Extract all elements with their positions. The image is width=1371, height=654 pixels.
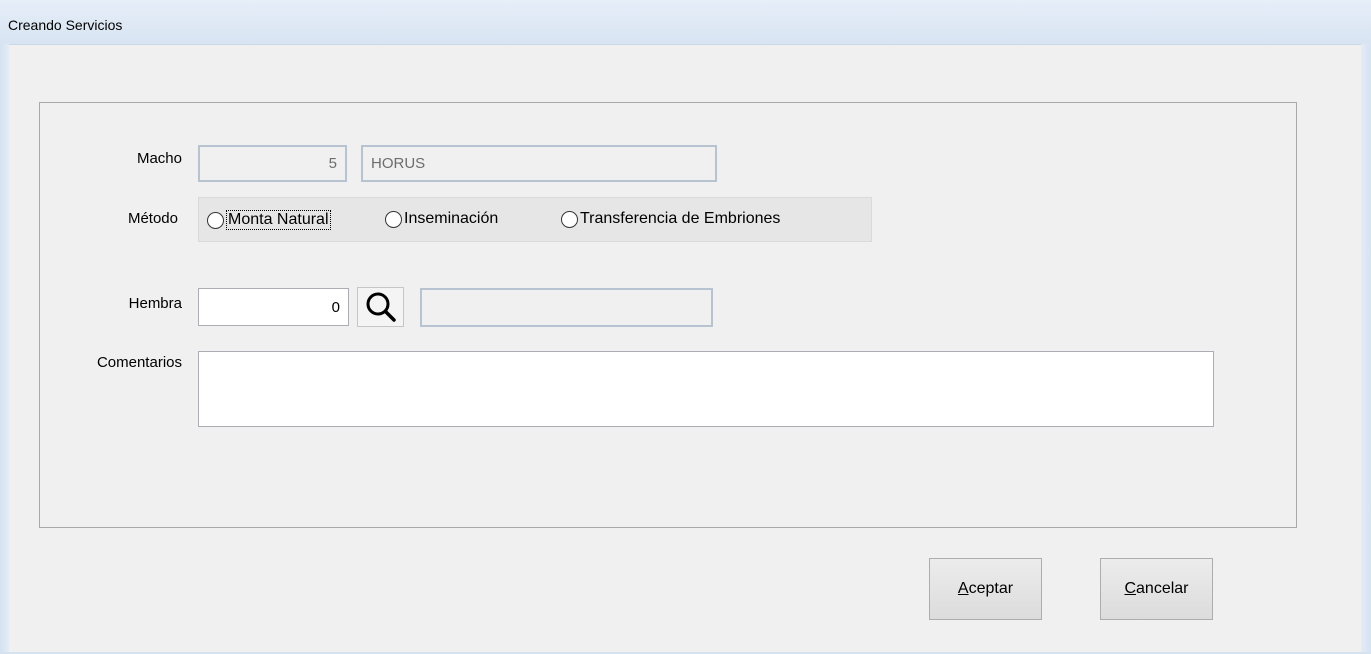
cancelar-label: ancelar bbox=[1136, 580, 1189, 597]
macho-id-field: 5 bbox=[198, 145, 347, 182]
macho-name-field: HORUS bbox=[361, 145, 717, 182]
radio-transferencia-embriones-label: Transferencia de Embriones bbox=[580, 210, 781, 227]
aceptar-button[interactable]: Aceptar bbox=[929, 558, 1042, 620]
comentarios-label: Comentarios bbox=[96, 354, 182, 371]
radio-monta-natural-label: Monta Natural bbox=[226, 210, 331, 230]
title-bar: Creando Servicios bbox=[0, 0, 1371, 45]
hembra-label: Hembra bbox=[128, 295, 182, 312]
radio-monta-natural[interactable]: Monta Natural bbox=[207, 210, 331, 230]
comentarios-textarea[interactable] bbox=[198, 351, 1214, 427]
aceptar-mnemonic: A bbox=[957, 580, 969, 597]
cancelar-mnemonic: C bbox=[1124, 580, 1137, 597]
aceptar-label: ceptar bbox=[968, 580, 1014, 597]
radio-circle-icon bbox=[385, 210, 402, 228]
hembra-id-input[interactable]: 0 bbox=[198, 288, 349, 326]
cancelar-button[interactable]: Cancelar bbox=[1100, 558, 1213, 620]
window-title: Creando Servicios bbox=[8, 17, 123, 33]
search-icon bbox=[366, 292, 396, 322]
radio-circle-icon bbox=[207, 211, 224, 229]
window-frame-left bbox=[0, 44, 9, 654]
radio-circle-icon bbox=[561, 210, 578, 228]
metodo-radio-group: Monta Natural Inseminación Transferencia… bbox=[198, 197, 872, 242]
radio-inseminacion-label: Inseminación bbox=[404, 210, 499, 227]
hembra-name-field bbox=[420, 288, 713, 327]
radio-transferencia-embriones[interactable]: Transferencia de Embriones bbox=[561, 210, 780, 228]
hembra-search-button[interactable] bbox=[357, 287, 404, 327]
window-frame-right bbox=[1361, 44, 1371, 654]
macho-label: Macho bbox=[136, 150, 182, 167]
creando-servicios-window: Creando Servicios Macho 5 HORUS Método M… bbox=[0, 0, 1371, 654]
radio-inseminacion[interactable]: Inseminación bbox=[385, 210, 498, 228]
metodo-label: Método bbox=[127, 210, 178, 227]
